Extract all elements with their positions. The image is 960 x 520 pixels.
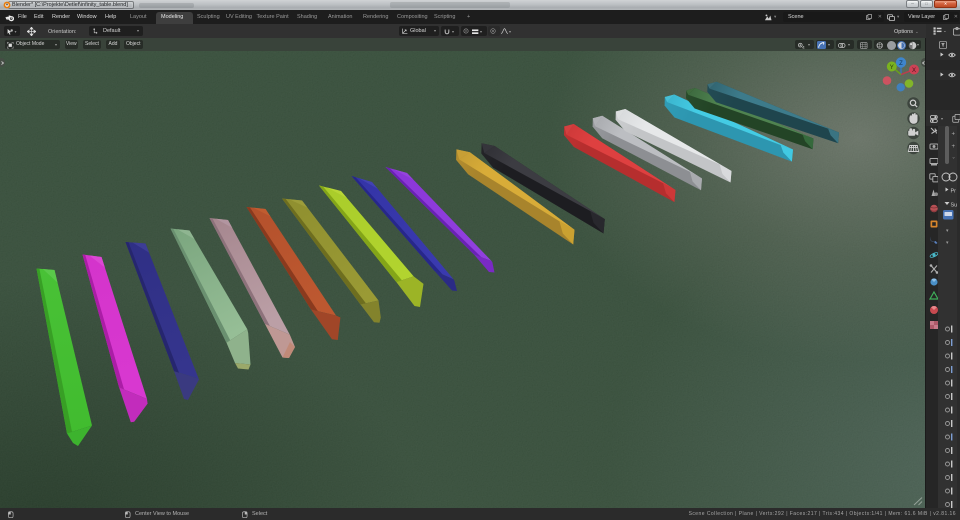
svg-text:Z: Z — [899, 61, 903, 67]
svg-text:X: X — [912, 68, 916, 74]
svg-text:▾: ▾ — [946, 240, 949, 246]
svg-text:Y: Y — [890, 65, 894, 71]
svg-text:Pr: Pr — [951, 189, 957, 195]
svg-text:+: + — [952, 144, 956, 150]
svg-text:Su: Su — [951, 203, 958, 209]
svg-text:+: + — [952, 132, 956, 138]
svg-text:▾: ▾ — [946, 228, 949, 234]
svg-text:⌄: ⌄ — [952, 155, 956, 161]
